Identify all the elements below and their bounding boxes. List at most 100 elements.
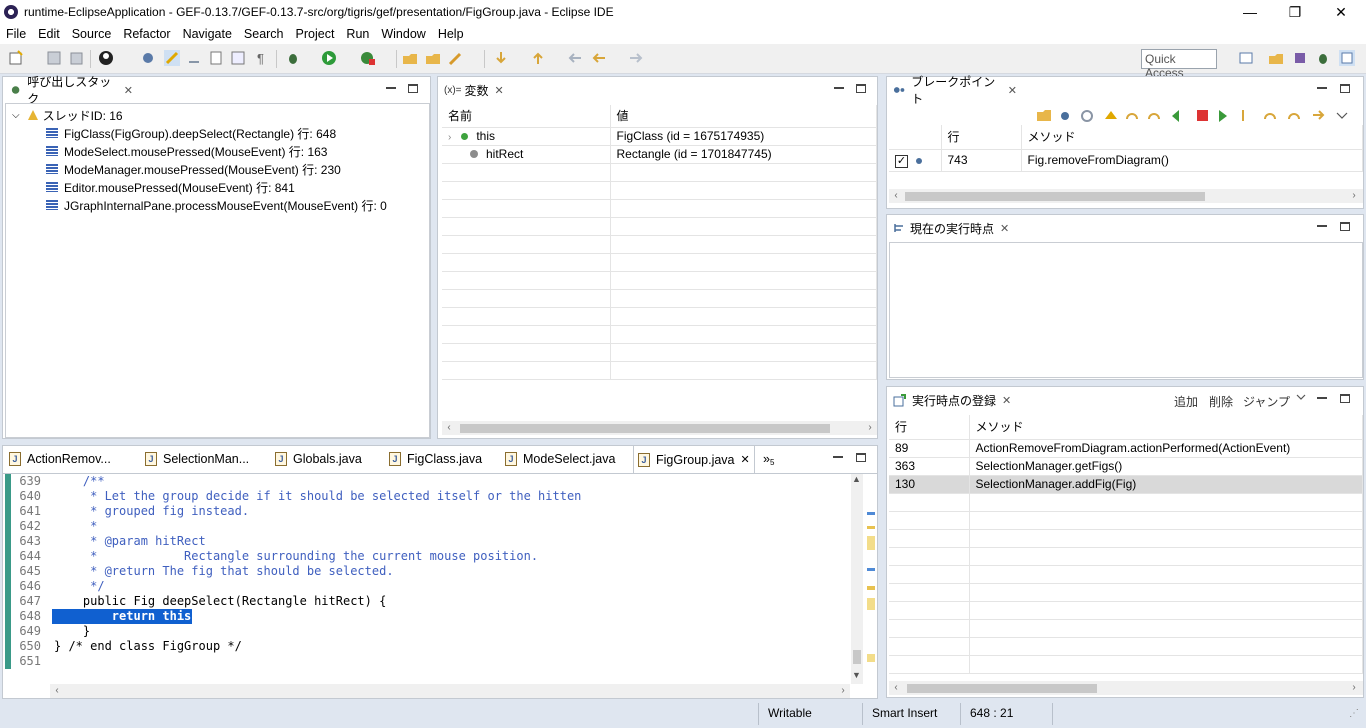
back-icon[interactable] <box>591 50 607 66</box>
scroll-right-icon[interactable]: › <box>836 684 850 698</box>
chevron-right-icon[interactable]: › <box>448 132 451 143</box>
stack-frame[interactable]: ModeManager.mousePressed(MouseEvent) 行: … <box>46 160 341 178</box>
menu-run[interactable]: Run <box>340 27 375 41</box>
paragraph-icon[interactable]: ¶ <box>254 50 270 66</box>
minimize-button[interactable]: — <box>1227 0 1273 24</box>
column-header-method[interactable]: メソッド <box>969 415 1363 440</box>
table-row[interactable]: 130 SelectionManager.addFig(Fig) <box>889 475 1363 494</box>
menu-search[interactable]: Search <box>238 27 290 41</box>
close-tab-icon[interactable]: ✕ <box>495 84 504 97</box>
table-row[interactable]: 89 ActionRemoveFromDiagram.actionPerforme… <box>889 439 1363 458</box>
menu-help[interactable]: Help <box>432 27 470 41</box>
overview-ruler[interactable] <box>865 474 877 684</box>
tab-editor-actionremove[interactable]: J ActionRemov... <box>5 446 125 472</box>
user-icon[interactable] <box>98 50 114 66</box>
scroll-right-icon[interactable]: › <box>1347 681 1361 695</box>
table-row[interactable]: ✓ 743 Fig.removeFromDiagram() <box>889 149 1363 172</box>
next-annotation-icon[interactable] <box>493 50 509 66</box>
close-tab-icon[interactable]: ✕ <box>1002 394 1011 407</box>
close-tab-icon[interactable]: ✕ <box>1008 84 1017 97</box>
menu-source[interactable]: Source <box>66 27 118 41</box>
breakpoint-checkbox[interactable]: ✓ <box>895 154 908 168</box>
scroll-down-icon[interactable]: ▼ <box>852 670 861 680</box>
breakpoint-toolbar-icons[interactable] <box>1037 107 1349 123</box>
menu-navigate[interactable]: Navigate <box>177 27 238 41</box>
table-row[interactable]: 363 SelectionManager.getFigs() <box>889 457 1363 476</box>
maximize-view-icon[interactable] <box>856 453 866 462</box>
tab-call-stack[interactable]: 呼び出しスタック ✕ <box>3 75 133 106</box>
scroll-left-icon[interactable]: ‹ <box>889 681 903 695</box>
open-perspective-icon[interactable] <box>1238 50 1254 66</box>
save-all-icon[interactable] <box>68 50 84 66</box>
open-folder-icon[interactable] <box>425 50 441 66</box>
minimize-view-icon[interactable] <box>1317 225 1327 227</box>
maximize-view-icon[interactable] <box>408 84 418 93</box>
column-header-line[interactable]: 行 <box>889 415 970 440</box>
minimize-view-icon[interactable] <box>834 87 844 89</box>
scroll-right-icon[interactable]: › <box>863 421 877 435</box>
horizontal-scrollbar[interactable]: ‹ › <box>889 681 1363 695</box>
minimize-view-icon[interactable] <box>386 87 396 89</box>
view-menu-icon[interactable] <box>1296 393 1306 401</box>
tab-editor-figgroup[interactable]: J FigGroup.java ✕ <box>633 446 755 473</box>
menu-window[interactable]: Window <box>375 27 431 41</box>
vertical-scrollbar[interactable]: ▲ ▼ <box>851 474 863 684</box>
restore-button[interactable]: ❐ <box>1272 0 1318 24</box>
scroll-left-icon[interactable]: ‹ <box>442 421 456 435</box>
scroll-left-icon[interactable]: ‹ <box>50 684 64 698</box>
save-icon[interactable] <box>46 50 62 66</box>
maximize-view-icon[interactable] <box>856 84 866 93</box>
close-tab-icon[interactable]: ✕ <box>124 84 133 97</box>
menu-project[interactable]: Project <box>290 27 341 41</box>
minimize-view-icon[interactable] <box>1317 87 1327 89</box>
menu-edit[interactable]: Edit <box>32 27 66 41</box>
maximize-view-icon[interactable] <box>1340 394 1350 403</box>
tab-breakpoints[interactable]: ブレークポイント ✕ <box>887 75 1017 106</box>
new-icon[interactable] <box>8 50 24 66</box>
skip-breakpoints-icon[interactable] <box>140 50 156 66</box>
scroll-left-icon[interactable]: ‹ <box>889 189 903 203</box>
tab-current-execution-point[interactable]: 現在の実行時点 ✕ <box>887 215 1027 241</box>
close-tab-icon[interactable]: ✕ <box>1000 222 1009 235</box>
run-icon[interactable] <box>321 50 337 66</box>
column-header-name[interactable]: 名前 <box>442 105 611 128</box>
jump-button[interactable]: ジャンプ <box>1243 393 1290 410</box>
debug-perspective-icon[interactable] <box>1315 50 1331 66</box>
horizontal-scrollbar[interactable]: ‹ › <box>442 421 877 435</box>
forward-icon[interactable] <box>628 50 644 66</box>
brush-icon[interactable] <box>448 50 464 66</box>
minimize-view-icon[interactable] <box>833 456 843 458</box>
horizontal-scrollbar[interactable]: ‹ › <box>50 684 850 698</box>
column-header-value[interactable]: 値 <box>610 105 877 128</box>
horizontal-scrollbar[interactable]: ‹ › <box>889 189 1363 203</box>
scroll-up-icon[interactable]: ▲ <box>852 474 861 484</box>
tab-variables[interactable]: (x)= 変数 ✕ <box>438 77 528 103</box>
menu-refactor[interactable]: Refactor <box>117 27 176 41</box>
last-edit-icon[interactable] <box>567 50 583 66</box>
tab-execution-registration[interactable]: 実行時点の登録 ✕ <box>887 387 1017 413</box>
step-filter-icon[interactable] <box>164 50 180 66</box>
close-tab-icon[interactable]: ✕ <box>741 453 750 466</box>
resize-grip-icon[interactable]: ⋰ <box>1349 708 1359 719</box>
table-row[interactable]: hitRect Rectangle (id = 1701847745) <box>442 145 877 164</box>
tab-editor-modeselect[interactable]: J ModeSelect.java <box>501 446 631 472</box>
debug-icon[interactable] <box>285 50 301 66</box>
display-icon[interactable] <box>230 50 246 66</box>
more-tabs-button[interactable]: » 5 <box>759 446 783 472</box>
maximize-view-icon[interactable] <box>1340 84 1350 93</box>
use-step-filters-icon[interactable] <box>208 50 224 66</box>
previous-annotation-icon[interactable] <box>530 50 546 66</box>
column-header-line[interactable]: 行 <box>941 125 1022 150</box>
tab-editor-globals[interactable]: J Globals.java <box>271 446 381 472</box>
new-package-icon[interactable] <box>402 50 418 66</box>
close-button[interactable]: ✕ <box>1318 0 1364 24</box>
stack-frame[interactable]: JGraphInternalPane.processMouseEvent(Mou… <box>46 196 387 214</box>
scroll-right-icon[interactable]: › <box>1347 189 1361 203</box>
resource-perspective-icon[interactable] <box>1268 50 1284 66</box>
quick-access-field[interactable]: Quick Access <box>1141 49 1217 80</box>
menu-file[interactable]: File <box>0 27 32 41</box>
external-tools-icon[interactable] <box>360 50 376 66</box>
java-browsing-perspective-icon[interactable] <box>1339 50 1355 66</box>
stack-frame[interactable]: Editor.mousePressed(MouseEvent) 行: 841 <box>46 178 295 196</box>
table-row[interactable]: › this FigClass (id = 1675174935) <box>442 127 877 146</box>
